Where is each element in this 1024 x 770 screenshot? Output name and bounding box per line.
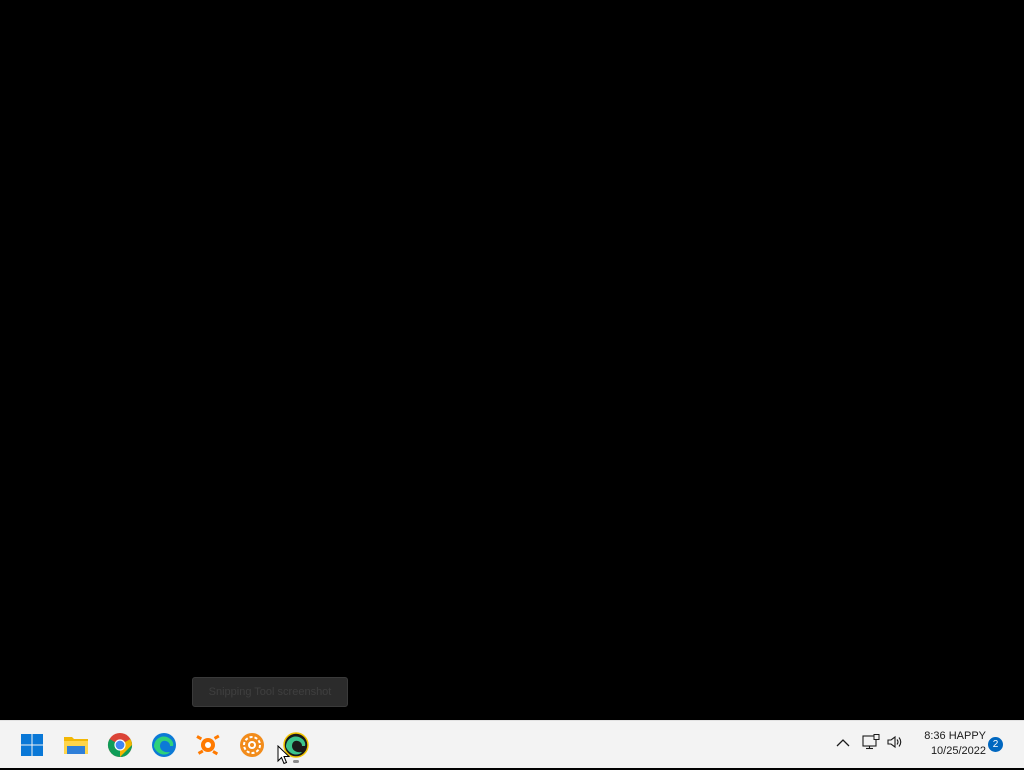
avast-button[interactable] [188, 725, 228, 765]
clock-date: 10/25/2022 [930, 745, 986, 757]
taskbar-tooltip: Snipping Tool screenshot [192, 677, 348, 707]
show-hidden-icons-button[interactable] [832, 733, 854, 755]
edge-button[interactable] [144, 725, 184, 765]
volume-icon [886, 734, 904, 755]
folder-icon [63, 733, 89, 757]
chrome-button[interactable] [100, 725, 140, 765]
notification-badge[interactable]: 2 [988, 737, 1003, 752]
mouse-cursor-icon [277, 744, 291, 765]
chevron-up-icon [836, 735, 850, 753]
volume-button[interactable] [884, 733, 906, 755]
file-explorer-button[interactable] [56, 725, 96, 765]
taskbar: 8:36 HAPPY 10/25/2022 2 [0, 720, 1024, 768]
chrome-icon [107, 732, 133, 758]
network-icon [862, 733, 880, 755]
avast-icon [195, 732, 221, 758]
edge-icon [151, 732, 177, 758]
network-button[interactable] [860, 733, 882, 755]
orange-gear-icon [239, 732, 265, 758]
desktop-background[interactable]: Snipping Tool screenshot [0, 0, 1024, 720]
gear-app-button[interactable] [232, 725, 272, 765]
start-button[interactable] [12, 725, 52, 765]
clock-time: 8:36 HAPPY [924, 730, 986, 742]
windows-logo-icon [20, 733, 44, 757]
running-indicator [293, 760, 299, 763]
clock-button[interactable]: 8:36 HAPPY 10/25/2022 [912, 729, 986, 761]
